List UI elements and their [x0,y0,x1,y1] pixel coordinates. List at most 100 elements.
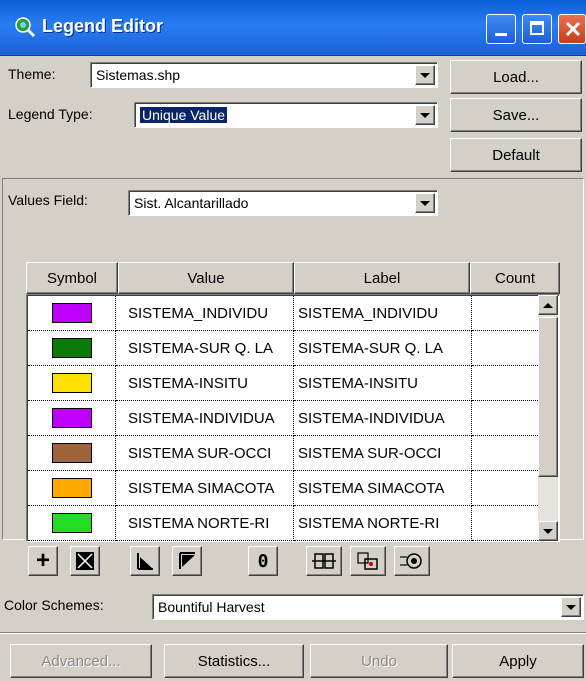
chevron-down-icon [420,112,430,118]
column-header-count[interactable]: Count [470,262,560,294]
count-cell [472,506,538,541]
table-row[interactable]: SISTEMA NORTE-RI SISTEMA NORTE-RI [28,506,538,541]
symbol-swatch [51,303,92,323]
table-row[interactable]: SISTEMA-INSITU SISTEMA-INSITU [28,366,538,401]
color-schemes-select[interactable]: Bountiful Harvest [152,594,584,620]
undo-button[interactable]: Undo [310,644,448,678]
color-schemes-value: Bountiful Harvest [158,599,265,615]
table-header: Symbol Value Label Count [26,262,560,294]
symbol-swatch [51,338,92,358]
sort-ascending-icon [137,553,153,570]
save-button[interactable]: Save... [450,98,582,132]
table-row[interactable]: SISTEMA_INDIVIDU SISTEMA_INDIVIDU [28,296,538,331]
label-cell[interactable]: SISTEMA SIMACOTA [294,471,472,506]
symbol-cell[interactable] [28,331,116,366]
statistics-button[interactable]: Statistics... [164,644,304,678]
color-schemes-dropdown-arrow[interactable] [561,597,581,617]
value-cell[interactable]: SISTEMA NORTE-RI [116,506,294,541]
delete-icon [76,552,94,570]
label-cell[interactable]: SISTEMA_INDIVIDU [294,296,472,331]
value-cell[interactable]: SISTEMA-SUR Q. LA [116,331,294,366]
label-cell[interactable]: SISTEMA-SUR Q. LA [294,331,472,366]
copy-icon [357,552,378,570]
chevron-down-icon [543,528,553,534]
table-row[interactable]: SISTEMA SIMACOTA SISTEMA SIMACOTA [28,471,538,506]
count-cell [472,366,538,401]
theme-select[interactable]: Sistemas.shp [90,62,438,88]
symbol-swatch [51,408,92,428]
delete-button[interactable] [70,546,100,576]
scroll-up-button[interactable] [538,295,558,315]
symbol-cell[interactable] [28,436,116,471]
sort-descending-icon [179,552,195,569]
symbol-swatch [51,443,92,463]
column-header-label[interactable]: Label [294,262,470,294]
reverse-icon [400,553,422,569]
add-button[interactable]: + [28,546,58,576]
divider [0,633,586,634]
value-cell[interactable]: SISTEMA-INDIVIDUA [116,401,294,436]
window-title: Legend Editor [42,16,163,36]
close-icon [565,21,581,37]
theme-label: Theme: [8,66,56,82]
legend-type-dropdown-arrow[interactable] [415,105,435,125]
symbol-cell[interactable] [28,401,116,436]
legend-type-select[interactable]: Unique Value [134,102,438,128]
symbol-cell[interactable] [28,296,116,331]
label-cell[interactable]: SISTEMA-INDIVIDUA [294,401,472,436]
chevron-down-icon [420,72,430,78]
label-cell[interactable]: SISTEMA SUR-OCCI [294,436,472,471]
symbol-swatch [51,478,92,498]
theme-dropdown-arrow[interactable] [415,65,435,85]
copy-button[interactable] [350,546,386,576]
legend-type-label: Legend Type: [8,106,93,122]
symbol-cell[interactable] [28,366,116,401]
title-bar[interactable]: Legend Editor [0,0,586,56]
load-button[interactable]: Load... [450,60,582,94]
advanced-button[interactable]: Advanced... [10,644,152,678]
minimize-button[interactable] [486,14,516,44]
default-button[interactable]: Default [450,138,582,172]
legend-type-value: Unique Value [138,106,229,124]
values-field-dropdown-arrow[interactable] [415,193,435,213]
symbol-swatch [51,373,92,393]
zero-button[interactable]: 0 [248,546,278,576]
count-cell [472,401,538,436]
scroll-thumb[interactable] [538,317,558,477]
maximize-button[interactable] [522,14,552,44]
scroll-down-button[interactable] [538,521,558,541]
theme-value: Sistemas.shp [96,67,181,83]
value-cell[interactable]: SISTEMA_INDIVIDU [116,296,294,331]
symbol-cell[interactable] [28,471,116,506]
zero-icon: 0 [257,550,269,572]
close-button[interactable] [558,14,586,44]
count-cell [472,331,538,366]
label-cell[interactable]: SISTEMA-INSITU [294,366,472,401]
count-cell [472,436,538,471]
table-row[interactable]: SISTEMA-SUR Q. LA SISTEMA-SUR Q. LA [28,331,538,366]
reverse-button[interactable] [394,546,430,576]
count-cell [472,296,538,331]
apply-button[interactable]: Apply [452,644,584,678]
legend-table[interactable]: SISTEMA_INDIVIDU SISTEMA_INDIVIDU SISTEM… [26,294,560,542]
sort-ascending-button[interactable] [130,546,160,576]
column-header-symbol[interactable]: Symbol [26,262,118,294]
values-field-value: Sist. Alcantarillado [134,195,249,211]
label-cell[interactable]: SISTEMA NORTE-RI [294,506,472,541]
table-row[interactable]: SISTEMA-INDIVIDUA SISTEMA-INDIVIDUA [28,401,538,436]
chevron-down-icon [566,604,576,610]
vertical-scrollbar[interactable] [538,295,558,541]
value-cell[interactable]: SISTEMA SIMACOTA [116,471,294,506]
move-icon [312,553,336,569]
values-field-label: Values Field: [8,192,88,208]
value-cell[interactable]: SISTEMA SUR-OCCI [116,436,294,471]
column-header-value[interactable]: Value [118,262,294,294]
globe-magnifier-icon [15,17,36,38]
move-button[interactable] [306,546,342,576]
value-cell[interactable]: SISTEMA-INSITU [116,366,294,401]
sort-descending-button[interactable] [172,546,202,576]
symbol-cell[interactable] [28,506,116,541]
chevron-up-icon [543,302,553,308]
table-row[interactable]: SISTEMA SUR-OCCI SISTEMA SUR-OCCI [28,436,538,471]
values-field-select[interactable]: Sist. Alcantarillado [128,190,438,216]
